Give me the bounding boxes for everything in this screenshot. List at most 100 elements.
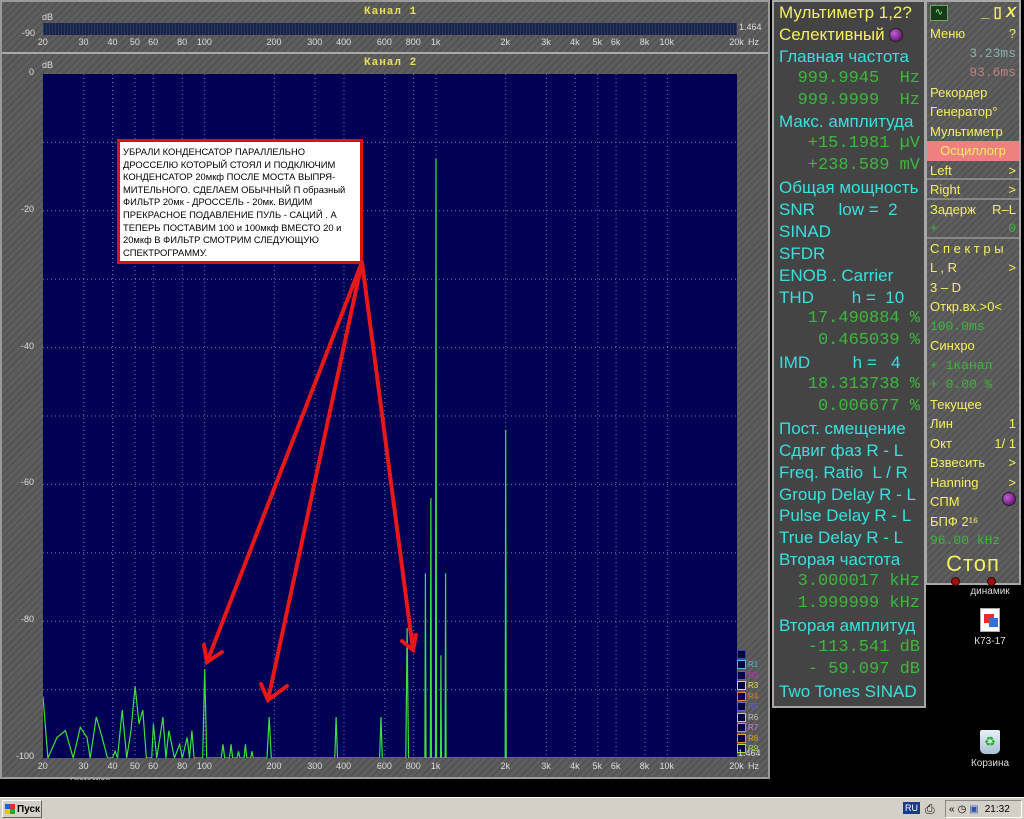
multimeter-row[interactable]: Сдвиг фаз R - L bbox=[774, 440, 924, 462]
printer-icon[interactable]: ⎙ bbox=[925, 802, 935, 817]
desktop-icon-recycle-bin[interactable]: ♻ Корзина bbox=[955, 730, 1024, 769]
multimeter-row-text: Group Delay R - L bbox=[779, 484, 916, 504]
multimeter-row[interactable]: Pulse Delay R - L bbox=[774, 505, 924, 527]
menu-item-label: Лин bbox=[930, 416, 953, 431]
menu-item[interactable]: Рекордер bbox=[927, 83, 1019, 103]
multimeter-row[interactable]: SINAD bbox=[774, 221, 924, 243]
menu-item[interactable]: 100.0ms bbox=[927, 317, 1019, 337]
menu-item[interactable]: 3.23ms bbox=[927, 44, 1019, 64]
menu-item[interactable]: Мультиметр bbox=[927, 122, 1019, 142]
multimeter-row: 17.490884 % bbox=[774, 308, 924, 330]
menu-item-value: > bbox=[1008, 455, 1016, 470]
maximize-button[interactable]: ▯ bbox=[994, 4, 1002, 21]
multimeter-row[interactable]: SNR low = 2 bbox=[774, 199, 924, 221]
multimeter-row[interactable]: Two Tones SINAD bbox=[774, 681, 924, 703]
menu-item[interactable]: Меню? bbox=[927, 24, 1019, 44]
multimeter-row[interactable]: Общая мощность bbox=[774, 177, 924, 199]
menu-item[interactable]: С п е к т р ы bbox=[927, 239, 1019, 259]
multimeter-row-text: 0.465039 % bbox=[817, 331, 920, 351]
system-tray: « ◷ ▣ 21:32 bbox=[945, 800, 1022, 818]
menu-item-value: 0 bbox=[1008, 221, 1016, 236]
menu-item[interactable]: Hanning > bbox=[927, 473, 1019, 493]
multimeter-row: -113.541 dB bbox=[774, 637, 924, 659]
multimeter-row[interactable]: THD h = 10 bbox=[774, 287, 924, 309]
menu-item[interactable]: Задерж R–L bbox=[927, 200, 1019, 220]
stop-button[interactable]: Стоп bbox=[927, 551, 1019, 577]
menu-item[interactable]: Откр.вх.>0< bbox=[927, 297, 1019, 317]
multimeter-row-text: SNR low = 2 bbox=[779, 200, 898, 220]
multimeter-row-text: SINAD bbox=[779, 221, 831, 241]
menu-item[interactable]: БПФ 2¹⁶ bbox=[927, 512, 1019, 532]
multimeter-row: +238.589 mV bbox=[774, 155, 924, 177]
menu-item[interactable]: Генератор° bbox=[927, 102, 1019, 122]
indicator-left-icon bbox=[950, 576, 960, 586]
menu-item[interactable]: 3 – D bbox=[927, 278, 1019, 298]
menu-item-label: БПФ 2¹⁶ bbox=[930, 513, 979, 529]
multimeter-row: 18.313738 % bbox=[774, 374, 924, 396]
menu-item-label: Меню bbox=[930, 26, 966, 41]
multimeter-row[interactable]: True Delay R - L bbox=[774, 527, 924, 549]
multimeter-row[interactable]: Freq. Ratio L / R bbox=[774, 462, 924, 484]
menu-item[interactable]: Осциллогр bbox=[927, 141, 1019, 161]
multimeter-row-text: 18.313738 % bbox=[807, 375, 920, 395]
multimeter-row[interactable]: SFDR bbox=[774, 243, 924, 265]
minimize-button[interactable]: _ bbox=[981, 4, 989, 21]
multimeter-row: +15.1981 µV bbox=[774, 133, 924, 155]
menu-item[interactable]: Лин 1 bbox=[927, 414, 1019, 434]
multimeter-row-text: 0.006677 % bbox=[817, 397, 920, 417]
language-indicator[interactable]: RU bbox=[903, 802, 920, 814]
multimeter-row[interactable]: Главная частота bbox=[774, 46, 924, 68]
tray-clock-icon[interactable]: ◷ bbox=[958, 804, 967, 815]
multimeter-row[interactable]: IMD h = 4 bbox=[774, 352, 924, 374]
menu-item[interactable]: 96.00 kHz bbox=[927, 531, 1019, 551]
menu-item[interactable]: Right > bbox=[927, 180, 1019, 200]
multimeter-row-text: - 59.097 dB bbox=[807, 659, 920, 679]
menu-item[interactable]: L , R > bbox=[927, 258, 1019, 278]
menu-item-label: 3.23ms bbox=[969, 45, 1016, 61]
multimeter-row-text: Вторая амплитуд bbox=[779, 615, 916, 635]
multimeter-row[interactable]: Пост. смещение bbox=[774, 418, 924, 440]
menu-item[interactable]: СПМ bbox=[927, 492, 1019, 512]
menu-item[interactable]: Взвесить > bbox=[927, 453, 1019, 473]
multimeter-row-text: Селективный bbox=[779, 24, 885, 44]
multimeter-row: 0.465039 % bbox=[774, 330, 924, 352]
start-button[interactable]: Пуск bbox=[2, 800, 42, 818]
menu-item[interactable]: Окт 1/ 1 bbox=[927, 434, 1019, 454]
menu-item-label: Откр.вх.>0< bbox=[930, 299, 1003, 314]
menu-item-label: Hanning bbox=[930, 474, 979, 490]
recycle-bin-icon: ♻ bbox=[980, 730, 1000, 754]
annotation-arrows bbox=[202, 260, 418, 704]
spm-toggle-icon[interactable] bbox=[1002, 492, 1016, 506]
multimeter-row[interactable]: Group Delay R - L bbox=[774, 484, 924, 506]
arrow-200hz bbox=[266, 260, 364, 702]
multimeter-row-text: Главная частота bbox=[779, 46, 909, 66]
menu-item-label: + 0.00 % bbox=[930, 377, 993, 392]
selective-toggle-icon[interactable] bbox=[889, 28, 904, 43]
multimeter-row[interactable]: Макс. амплитуда bbox=[774, 111, 924, 133]
menu-item[interactable]: Left > bbox=[927, 161, 1019, 180]
menu-item[interactable]: Синхро bbox=[927, 336, 1019, 356]
close-button[interactable]: X bbox=[1006, 4, 1016, 21]
network-icon[interactable]: ▣ bbox=[969, 804, 978, 815]
menu-item-label: + 1канал bbox=[930, 357, 993, 373]
menu-item[interactable]: 93.6ms bbox=[927, 63, 1019, 83]
show-hidden-icons-icon[interactable]: « bbox=[949, 804, 955, 815]
menu-item[interactable]: + 1канал bbox=[927, 356, 1019, 376]
desktop-icon-dinamik[interactable]: динамик bbox=[955, 586, 1024, 597]
multimeter-row[interactable]: Вторая амплитуд bbox=[774, 615, 924, 637]
multimeter-row: 3.000017 kHz bbox=[774, 571, 924, 593]
multimeter-row[interactable]: Селективный bbox=[774, 24, 924, 46]
menu-item[interactable]: +0 bbox=[927, 219, 1019, 239]
multimeter-row[interactable]: ENOB . Carrier bbox=[774, 265, 924, 287]
menu-item-label: СПМ bbox=[930, 494, 960, 509]
menu-item[interactable]: + 0.00 % bbox=[927, 375, 1019, 395]
taskbar: Пуск RU ⎙ « ◷ ▣ 21:32 bbox=[0, 797, 1024, 819]
menu-item-label: 100.0ms bbox=[930, 318, 985, 334]
multimeter-row[interactable]: Мультиметр 1,2? bbox=[774, 2, 924, 24]
menu-item[interactable]: Текущее bbox=[927, 395, 1019, 415]
desktop-icon-k73[interactable]: К73-17 bbox=[955, 608, 1024, 647]
clock[interactable]: 21:32 bbox=[985, 804, 1010, 815]
menu-item-value: 1/ 1 bbox=[994, 435, 1016, 451]
multimeter-row: - 59.097 dB bbox=[774, 659, 924, 681]
multimeter-row[interactable]: Вторая частота bbox=[774, 549, 924, 571]
